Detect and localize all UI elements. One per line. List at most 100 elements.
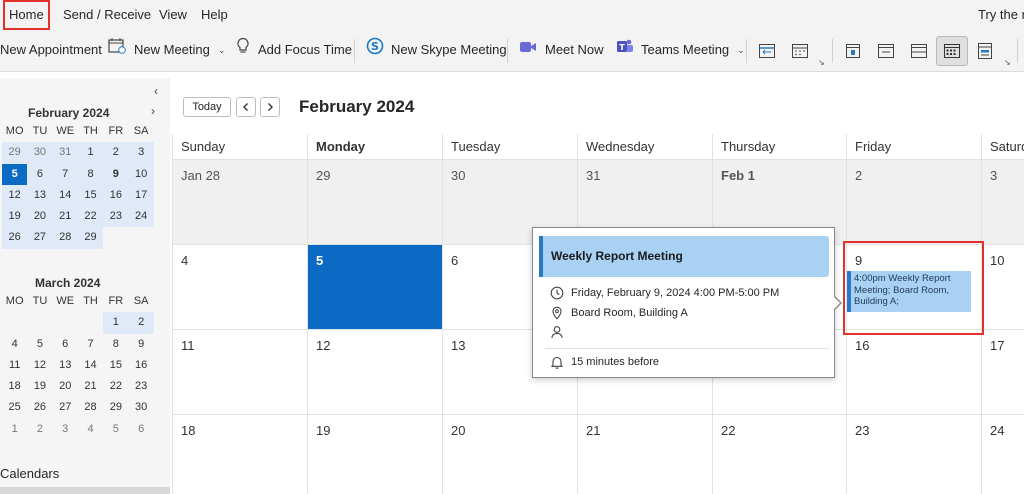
mini-calendar-day[interactable]: 6 — [27, 163, 53, 185]
dialog-launcher-icon[interactable]: ↘ — [818, 58, 825, 67]
collapse-pane-icon[interactable]: ‹ — [154, 84, 158, 98]
calendar-day-cell[interactable]: 21 — [577, 415, 712, 494]
mini-calendar-day[interactable]: 27 — [53, 397, 78, 418]
tab-help[interactable]: Help — [201, 0, 228, 30]
work-week-view-icon[interactable] — [874, 39, 898, 63]
mini-calendar-day[interactable]: 2 — [103, 142, 129, 164]
new-meeting-button[interactable]: New Meeting ⌄ — [108, 38, 225, 62]
mini-calendar-day[interactable]: 30 — [27, 142, 53, 164]
next-month-button[interactable] — [260, 97, 280, 117]
mini-calendar-day[interactable]: 4 — [78, 419, 103, 440]
mini-calendar-day[interactable]: 2 — [27, 419, 52, 440]
mini-calendar-day[interactable]: 22 — [103, 376, 128, 397]
mini-calendar-day[interactable]: 7 — [52, 163, 78, 185]
mini-calendar-day[interactable]: 29 — [103, 397, 128, 418]
calendar-day-cell[interactable]: 29 — [307, 160, 442, 245]
mini-calendar-day[interactable]: 9 — [128, 334, 153, 355]
chevron-down-icon[interactable]: ⌄ — [737, 38, 745, 62]
mini-calendar-day[interactable]: 14 — [52, 184, 78, 207]
next-7-days-icon[interactable] — [788, 39, 812, 63]
mini-calendar-day[interactable]: 1 — [103, 312, 129, 334]
mini-calendar-day[interactable]: 19 — [27, 376, 52, 397]
calendar-day-cell[interactable]: 20 — [442, 415, 577, 494]
mini-calendar-day[interactable]: 1 — [77, 142, 104, 164]
mini-calendar-day[interactable]: 23 — [103, 206, 129, 228]
calendars-section-label[interactable]: Calendars — [0, 466, 59, 481]
mini-calendar-day[interactable]: 5 — [2, 163, 28, 185]
calendar-day-cell[interactable]: 22 — [712, 415, 846, 494]
today-button[interactable]: Today — [183, 97, 231, 117]
calendar-day-cell[interactable]: 12 — [307, 330, 442, 415]
mini-calendar-day[interactable]: 16 — [103, 184, 129, 207]
teams-meeting-button[interactable]: T Teams Meeting ⌄ — [616, 38, 745, 62]
calendar-day-cell[interactable]: 16 — [846, 330, 981, 415]
mini-calendar-day[interactable]: 7 — [78, 334, 103, 355]
mini-calendar-day[interactable]: 8 — [77, 163, 104, 185]
calendar-day-cell[interactable]: 10 — [981, 245, 1024, 330]
mini-calendar-day[interactable]: 29 — [2, 142, 28, 164]
mini-calendar-day[interactable]: 14 — [78, 355, 103, 376]
mini-calendar-day[interactable]: 21 — [52, 206, 78, 228]
calendar-day-cell[interactable]: Jan 28 — [172, 160, 307, 245]
mini-calendar-day[interactable]: 21 — [78, 376, 103, 397]
mini-calendar-day[interactable]: 11 — [2, 355, 27, 376]
mini-calendar-day[interactable]: 10 — [128, 163, 154, 185]
calendar-day-cell[interactable]: 4 — [172, 245, 307, 330]
mini-calendar-day[interactable]: 23 — [128, 376, 153, 397]
meet-now-button[interactable]: Meet Now — [519, 38, 604, 62]
mini-calendar-day[interactable]: 8 — [103, 334, 128, 355]
mini-calendar-day[interactable]: 13 — [53, 355, 78, 376]
mini-calendar-day[interactable]: 26 — [27, 397, 52, 418]
mini-calendar-day[interactable]: 27 — [27, 227, 53, 249]
chevron-down-icon[interactable]: ⌄ — [218, 38, 226, 62]
mini-calendar-day[interactable]: 12 — [27, 355, 52, 376]
schedule-view-icon[interactable] — [973, 39, 997, 63]
mini-calendar-day[interactable]: 20 — [53, 376, 78, 397]
calendar-day-cell[interactable]: 5 — [307, 245, 442, 330]
event-chip-weekly-report[interactable]: 4:00pm Weekly Report Meeting; Board Room… — [847, 271, 971, 312]
mini-calendar-day[interactable]: 29 — [77, 227, 104, 249]
chevron-right-icon[interactable]: › — [151, 104, 155, 118]
tab-view[interactable]: View — [159, 0, 187, 30]
mini-calendar-day[interactable]: 30 — [128, 397, 153, 418]
tab-send-receive[interactable]: Send / Receive — [63, 0, 151, 30]
mini-calendar-day[interactable]: 1 — [2, 419, 27, 440]
mini-calendar-day[interactable]: 5 — [103, 419, 128, 440]
calendar-day-cell[interactable]: 3 — [981, 160, 1024, 245]
calendar-day-cell[interactable]: 11 — [172, 330, 307, 415]
month-view-icon[interactable] — [936, 36, 968, 66]
calendar-day-cell[interactable]: 19 — [307, 415, 442, 494]
mini-calendar-day[interactable]: 12 — [2, 184, 28, 207]
mini-calendar-day[interactable]: 6 — [53, 334, 78, 355]
mini-calendar-day[interactable]: 13 — [27, 184, 53, 207]
go-to-today-icon[interactable] — [755, 39, 779, 63]
mini-calendar-day[interactable]: 5 — [27, 334, 52, 355]
mini-calendar-day[interactable]: 25 — [2, 397, 27, 418]
mini-calendar-day[interactable]: 3 — [128, 142, 154, 164]
mini-calendar-day[interactable]: 3 — [53, 419, 78, 440]
day-view-icon[interactable] — [841, 39, 865, 63]
calendar-day-cell[interactable]: 17 — [981, 330, 1024, 415]
mini-calendar-day[interactable]: 18 — [2, 376, 27, 397]
mini-calendar-day[interactable]: 17 — [128, 184, 154, 207]
mini-calendar-day[interactable]: 6 — [128, 419, 153, 440]
try-new-outlook-toggle[interactable]: Try the n — [978, 0, 1024, 30]
mini-calendar-day[interactable]: 4 — [2, 334, 27, 355]
mini-calendar-day[interactable]: 15 — [77, 184, 104, 207]
new-appointment-button[interactable]: New Appointment — [0, 38, 102, 62]
tab-home[interactable]: Home — [3, 0, 50, 30]
mini-calendar-day[interactable]: 24 — [128, 206, 154, 228]
calendar-day-cell[interactable]: 18 — [172, 415, 307, 494]
week-view-icon[interactable] — [907, 39, 931, 63]
mini-calendar-day[interactable]: 31 — [52, 142, 78, 164]
mini-calendar-day[interactable]: 22 — [77, 206, 104, 228]
previous-month-button[interactable] — [236, 97, 256, 117]
mini-calendar-day[interactable]: 26 — [2, 227, 28, 249]
mini-calendar-day[interactable]: 28 — [52, 227, 78, 249]
mini-calendar-day[interactable]: 16 — [128, 355, 153, 376]
new-skype-meeting-button[interactable]: S New Skype Meeting — [366, 37, 507, 62]
mini-calendar-day[interactable]: 28 — [78, 397, 103, 418]
mini-calendar-day[interactable]: 19 — [2, 206, 28, 228]
popup-event-title[interactable]: Weekly Report Meeting — [539, 236, 829, 277]
calendar-day-cell[interactable]: 24 — [981, 415, 1024, 494]
